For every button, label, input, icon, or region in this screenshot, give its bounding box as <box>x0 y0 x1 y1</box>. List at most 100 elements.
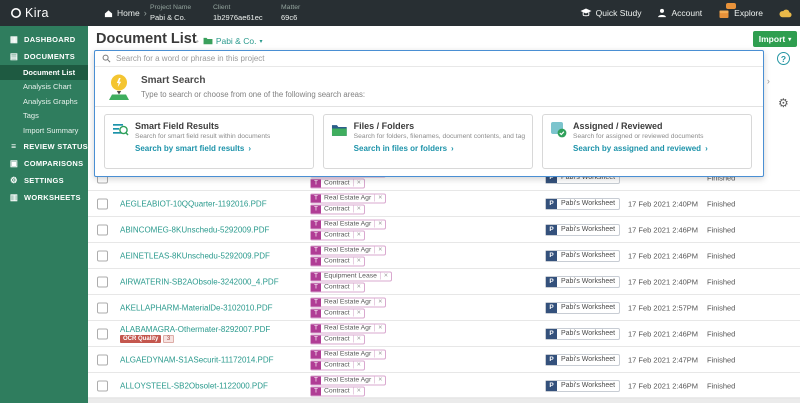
search-input[interactable] <box>116 54 756 63</box>
kira-logo[interactable]: Kira <box>10 6 49 20</box>
remove-tag-icon[interactable]: × <box>374 351 385 358</box>
assigned-reviewed-icon <box>550 121 567 138</box>
sidebar-item-dashboard[interactable]: ▦ DASHBOARD <box>0 31 88 48</box>
row-checkbox[interactable] <box>97 224 108 235</box>
tag-chip: T Real Estate Agr × <box>310 323 386 333</box>
project-label: Project Name <box>150 4 191 13</box>
sidebar-item-label: DOCUMENTS <box>24 52 75 61</box>
search-icon <box>102 54 111 63</box>
help-button[interactable]: ? <box>777 52 790 65</box>
sidebar-item-analysis-graphs[interactable]: Analysis Graphs <box>0 94 88 109</box>
card-smart-field-results[interactable]: Smart Field Results Search for smart fie… <box>104 114 314 169</box>
explore-label: Explore <box>734 8 763 18</box>
row-checkbox[interactable] <box>97 328 108 339</box>
remove-tag-icon[interactable]: × <box>353 232 364 239</box>
sidebar-item-analysis-chart[interactable]: Analysis Chart <box>0 80 88 95</box>
worksheet-badge[interactable]: P Pabi's Worksheet <box>545 380 620 392</box>
remove-tag-icon[interactable]: × <box>374 247 385 254</box>
remove-tag-icon[interactable]: × <box>353 284 364 291</box>
tag-icon: T <box>311 231 321 239</box>
card-description: Search for assigned or reviewed document… <box>573 133 708 140</box>
sidebar-item-worksheets[interactable]: ▥ WORKSHEETS <box>0 189 88 206</box>
app-window: Kira Home › Project Name Pabi & Co. Clie… <box>0 0 800 403</box>
remove-tag-icon[interactable]: × <box>374 195 385 202</box>
table-settings-gear-icon[interactable]: ⚙ <box>778 96 789 110</box>
card-files-folders[interactable]: Files / Folders Search for folders, file… <box>323 114 533 169</box>
document-link[interactable]: AEINETLEAS-8KUnschedu-5292009.PDF <box>120 251 270 260</box>
sidebar-item-review-status[interactable]: ≡ REVIEW STATUS <box>0 138 88 155</box>
sidebar-item-tags[interactable]: Tags <box>0 109 88 124</box>
row-checkbox[interactable] <box>97 276 108 287</box>
next-page-icon[interactable]: › <box>767 76 770 86</box>
smart-search-subtitle: Type to search or choose from one of the… <box>141 90 365 99</box>
tag-label: Contract <box>321 362 353 369</box>
remove-tag-icon[interactable]: × <box>374 325 385 332</box>
sidebar-item-document-list[interactable]: Document List <box>0 65 88 80</box>
search-by-smart-field-link[interactable]: Search by smart field results › <box>135 144 270 153</box>
remove-tag-icon[interactable]: × <box>374 377 385 384</box>
search-by-assigned-link[interactable]: Search by assigned and reviewed › <box>573 144 708 153</box>
worksheet-badge[interactable]: P Pabi's Worksheet <box>545 224 620 236</box>
tag-chip: T Contract × <box>310 308 365 318</box>
account-menu[interactable]: Account <box>657 8 702 18</box>
remove-tag-icon[interactable]: × <box>353 336 364 343</box>
sidebar-item-documents[interactable]: ▤ DOCUMENTS <box>0 48 88 65</box>
home-link[interactable]: Home › <box>104 8 147 18</box>
kira-ring-icon <box>10 7 22 19</box>
remove-tag-icon[interactable]: × <box>353 180 364 187</box>
remove-tag-icon[interactable]: × <box>353 362 364 369</box>
status-text: Finished <box>707 329 735 338</box>
document-link[interactable]: ABINCOMEG-8KUnschedu-5292009.PDF <box>120 225 269 234</box>
document-link[interactable]: AEGLEABIOT-10QQuarter-1192016.PDF <box>120 199 267 208</box>
import-button[interactable]: Import ▾ <box>753 31 797 47</box>
worksheet-badge[interactable]: P Pabi's Worksheet <box>545 276 620 288</box>
remove-tag-icon[interactable]: × <box>353 388 364 395</box>
search-in-files-link[interactable]: Search in files or folders › <box>354 144 525 153</box>
chevron-down-icon: ▾ <box>259 38 262 45</box>
row-checkbox[interactable] <box>97 354 108 365</box>
worksheet-badge[interactable]: P Pabi's Worksheet <box>545 328 620 340</box>
worksheet-badge[interactable]: P Pabi's Worksheet <box>545 250 620 262</box>
explore-menu[interactable]: Explore <box>718 7 763 19</box>
row-checkbox[interactable] <box>97 250 108 261</box>
remove-tag-icon[interactable]: × <box>353 258 364 265</box>
remove-tag-icon[interactable]: × <box>353 206 364 213</box>
card-title: Smart Field Results <box>135 121 270 131</box>
chevron-down-icon: ▾ <box>788 36 791 43</box>
status-text: Finished <box>707 355 735 364</box>
client-label: Client <box>213 4 263 13</box>
status-text: Finished <box>707 277 735 286</box>
quick-study-label: Quick Study <box>596 8 642 18</box>
remove-tag-icon[interactable]: × <box>380 273 391 280</box>
card-link-label: Search in files or folders <box>354 144 447 153</box>
quick-study-menu[interactable]: Quick Study <box>580 8 642 18</box>
files-folders-icon <box>331 121 348 138</box>
breadcrumb-project-link[interactable]: Pabi & Co. ▾ <box>203 36 263 46</box>
tag-chip: T Contract × <box>310 204 365 214</box>
card-link-label: Search by smart field results <box>135 144 244 153</box>
row-checkbox[interactable] <box>97 302 108 313</box>
remove-tag-icon[interactable]: × <box>353 310 364 317</box>
document-link[interactable]: AKELLAPHARM-MaterialDe-3102010.PDF <box>120 303 273 312</box>
tag-icon: T <box>311 283 321 291</box>
document-link[interactable]: ALGAEDYNAM-S1ASecurit-11172014.PDF <box>120 355 274 364</box>
row-checkbox[interactable] <box>97 380 108 391</box>
sidebar-item-import-summary[interactable]: Import Summary <box>0 123 88 138</box>
matter-value: 69c6 <box>281 13 300 23</box>
document-link[interactable]: AIRWATERIN-SB2AObsole-3242000_4.PDF <box>120 277 279 286</box>
tag-icon: T <box>311 246 321 254</box>
tag-chip: T Contract × <box>310 360 365 370</box>
sidebar-item-settings[interactable]: ⚙ SETTINGS <box>0 172 88 189</box>
document-link[interactable]: ALLOYSTEEL-SB2Obsolet-1122000.PDF <box>120 381 268 390</box>
remove-tag-icon[interactable]: × <box>374 299 385 306</box>
worksheet-badge[interactable]: P Pabi's Worksheet <box>545 302 620 314</box>
sidebar-item-comparisons[interactable]: ▣ COMPARISONS <box>0 155 88 172</box>
cloud-status[interactable] <box>779 9 792 18</box>
card-assigned-reviewed[interactable]: Assigned / Reviewed Search for assigned … <box>542 114 752 169</box>
tag-icon: T <box>311 194 321 202</box>
remove-tag-icon[interactable]: × <box>374 221 385 228</box>
document-link[interactable]: ALABAMAGRA-Othermater-8292007.PDF <box>120 325 270 334</box>
worksheet-badge[interactable]: P Pabi's Worksheet <box>545 198 620 210</box>
row-checkbox[interactable] <box>97 198 108 209</box>
worksheet-badge[interactable]: P Pabi's Worksheet <box>545 354 620 366</box>
